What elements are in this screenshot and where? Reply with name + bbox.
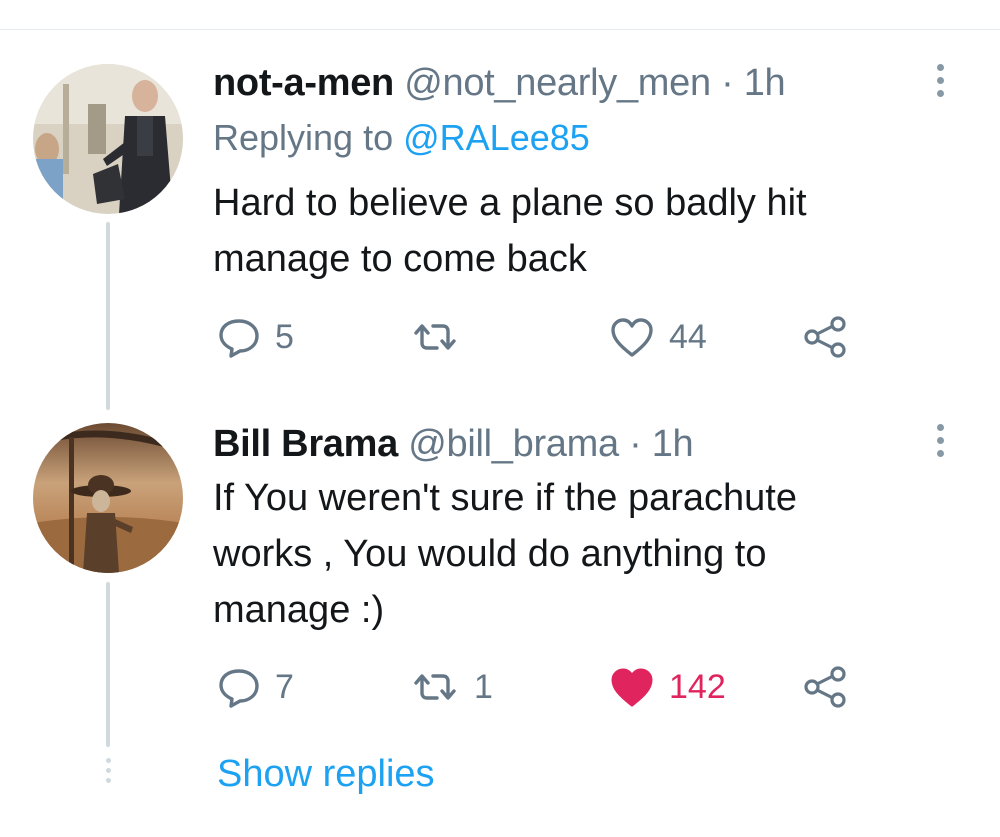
user-handle[interactable]: @bill_brama — [408, 423, 619, 465]
separator-dot: · — [629, 423, 642, 465]
share-icon — [804, 316, 846, 358]
retweet-button[interactable] — [410, 315, 474, 359]
like-button[interactable]: 142 — [609, 665, 726, 709]
heart-outline-icon — [611, 318, 653, 357]
reply-button[interactable]: 5 — [217, 315, 294, 359]
tweet-text: If You weren't sure if the parachute wor… — [213, 470, 797, 638]
tweet-text-line: If You weren't sure if the parachute — [213, 477, 797, 519]
show-replies-link[interactable]: Show replies — [217, 753, 435, 796]
tweet-text-line: works , You would do anything to — [213, 533, 767, 575]
retweet-button[interactable]: 1 — [410, 665, 493, 709]
user-handle[interactable]: @not_nearly_men — [404, 62, 711, 104]
display-name[interactable]: not-a-men — [213, 62, 394, 104]
top-divider — [0, 29, 1000, 30]
tweet-text-line: manage to come back — [213, 238, 587, 280]
reply-button[interactable]: 7 — [217, 665, 294, 709]
like-count: 142 — [669, 667, 726, 706]
share-button[interactable] — [801, 665, 849, 709]
reply-count: 7 — [275, 667, 294, 706]
thread-connector-line — [106, 582, 110, 747]
timestamp[interactable]: 1h — [744, 62, 786, 104]
timestamp[interactable]: 1h — [652, 423, 694, 465]
tweet-text-line: Hard to believe a plane so badly hit — [213, 182, 807, 224]
replying-mention-link[interactable]: @RALee85 — [403, 117, 590, 158]
thread-continuation-dots — [103, 758, 113, 794]
heart-filled-icon — [611, 668, 653, 707]
more-options-icon[interactable] — [934, 64, 946, 104]
thread-connector-line — [106, 222, 110, 410]
retweet-icon — [414, 674, 456, 700]
share-button[interactable] — [801, 315, 849, 359]
like-count: 44 — [669, 317, 707, 356]
reply-icon — [219, 669, 259, 708]
like-button[interactable]: 44 — [609, 315, 707, 359]
avatar[interactable] — [33, 423, 183, 573]
more-options-icon[interactable] — [934, 424, 946, 464]
share-icon — [804, 666, 846, 708]
replying-to: Replying to @RALee85 — [213, 117, 590, 159]
replying-prefix: Replying to — [213, 117, 394, 158]
tweet-text-line: manage :) — [213, 589, 385, 631]
display-name[interactable]: Bill Brama — [213, 423, 398, 465]
tweet-header: not-a-men @not_nearly_men · 1h — [213, 62, 786, 105]
tweet-header: Bill Brama @bill_brama · 1h — [213, 423, 694, 466]
avatar[interactable] — [33, 64, 183, 214]
separator-dot: · — [721, 62, 734, 104]
retweet-count: 1 — [474, 667, 493, 706]
reply-count: 5 — [275, 317, 294, 356]
retweet-icon — [414, 324, 456, 350]
tweet-text: Hard to believe a plane so badly hit man… — [213, 175, 807, 287]
reply-icon — [219, 319, 259, 358]
